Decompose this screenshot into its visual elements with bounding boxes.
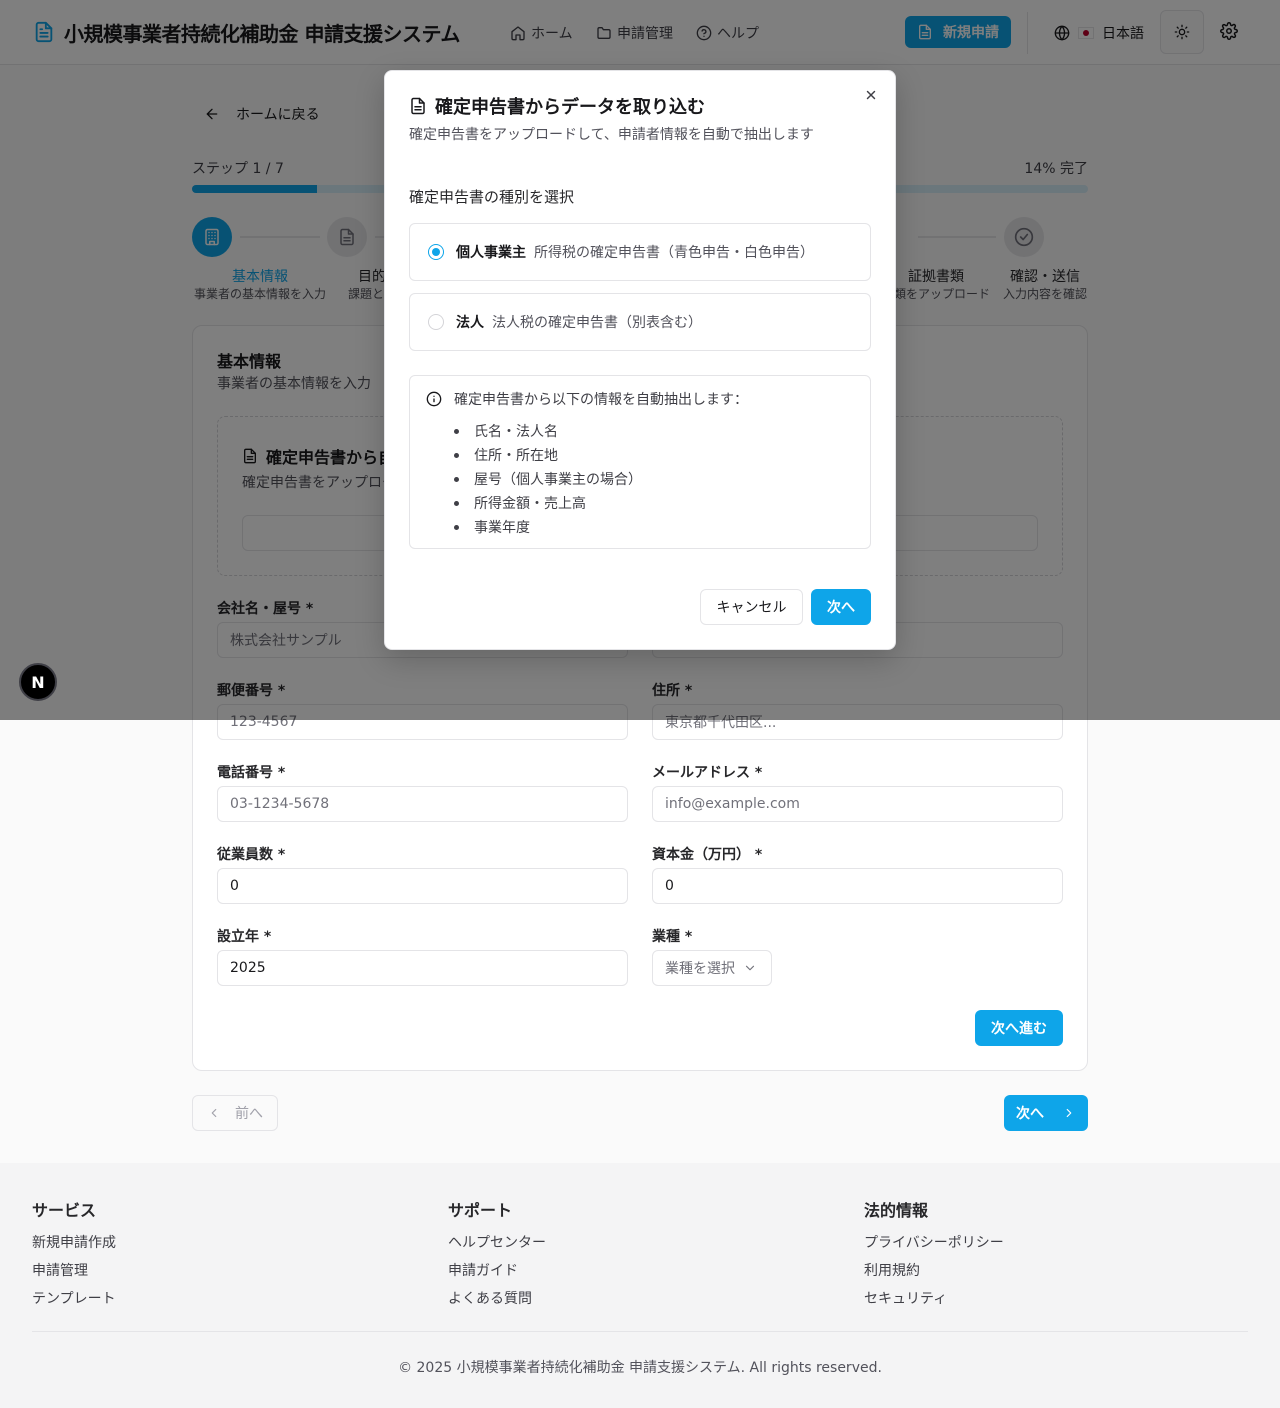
option-label: 個人事業主 — [456, 245, 526, 261]
next-step-button[interactable]: 次へ進む — [975, 1010, 1063, 1046]
industry-select-value: 業種を選択 — [665, 961, 735, 977]
employees-input[interactable]: 0 — [217, 868, 628, 904]
info-icon — [426, 391, 442, 407]
capital-label: 資本金（万円） * — [652, 847, 763, 863]
copyright: © 2025 小規模事業者持続化補助金 申請支援システム. All rights… — [398, 1360, 882, 1376]
dialog-next-button[interactable]: 次へ — [811, 589, 871, 625]
info-heading-text: 確定申告書から以下の情報を自動抽出します： — [454, 392, 748, 408]
option-sole-proprietor[interactable]: 個人事業主 所得税の確定申告書（青色申告・白色申告） — [409, 223, 871, 281]
dialog-title-text: 確定申告書からデータを取り込む — [435, 97, 705, 118]
dialog-subtitle: 確定申告書をアップロードして、申請者情報を自動で抽出します — [409, 127, 814, 143]
phone-label: 電話番号 * — [217, 765, 286, 781]
footer-link[interactable]: 申請管理 — [32, 1260, 88, 1280]
option-label: 法人 — [456, 315, 484, 331]
info-list-item: 氏名・法人名 — [454, 421, 558, 441]
option-corporation[interactable]: 法人 法人税の確定申告書（別表含む） — [409, 293, 871, 351]
nextjs-badge[interactable]: N — [19, 663, 57, 701]
info-list-item: 屋号（個人事業主の場合） — [454, 469, 642, 489]
cancel-button[interactable]: キャンセル — [700, 589, 803, 625]
info-list-item: 所得金額・売上高 — [454, 493, 586, 513]
footer-service-title: サービス — [32, 1201, 97, 1220]
close-icon — [864, 88, 878, 102]
footer-link[interactable]: 新規申請作成 — [32, 1232, 116, 1252]
chevron-left-icon — [207, 1106, 221, 1120]
founded-year-input[interactable]: 2025 — [217, 950, 628, 986]
chevron-down-icon — [743, 961, 757, 975]
info-heading: 確定申告書から以下の情報を自動抽出します： — [426, 389, 748, 409]
import-tax-return-dialog — [384, 70, 896, 650]
footer-link[interactable]: 利用規約 — [864, 1260, 920, 1280]
prev-button[interactable]: 前へ — [192, 1095, 278, 1131]
option-desc: 法人税の確定申告書（別表含む） — [492, 315, 702, 331]
dialog-title: 確定申告書からデータを取り込む — [409, 93, 705, 119]
info-list-item: 住所・所在地 — [454, 445, 558, 465]
footer-link[interactable]: プライバシーポリシー — [864, 1232, 1004, 1252]
option-desc: 所得税の確定申告書（青色申告・白色申告） — [534, 245, 814, 261]
capital-input[interactable]: 0 — [652, 868, 1063, 904]
footer-link[interactable]: ヘルプセンター — [448, 1232, 546, 1252]
industry-label: 業種 * — [652, 929, 693, 945]
footer-link[interactable]: よくある質問 — [448, 1288, 532, 1308]
footer-link[interactable]: 申請ガイド — [448, 1260, 518, 1280]
radio-sole-proprietor[interactable] — [428, 244, 444, 260]
radio-corporation[interactable] — [428, 314, 444, 330]
footer-divider — [32, 1331, 1248, 1332]
employees-label: 従業員数 * — [217, 847, 286, 863]
document-icon — [409, 97, 427, 115]
next-button[interactable]: 次へ — [1004, 1095, 1088, 1131]
footer-link[interactable]: テンプレート — [32, 1288, 116, 1308]
footer-support-title: サポート — [448, 1201, 513, 1220]
close-button[interactable] — [864, 88, 878, 102]
chevron-right-icon — [1062, 1106, 1076, 1120]
footer-link[interactable]: セキュリティ — [864, 1288, 947, 1308]
founded-year-label: 設立年 * — [217, 929, 272, 945]
email-input[interactable]: info@example.com — [652, 786, 1063, 822]
type-section-label: 確定申告書の種別を選択 — [409, 188, 575, 206]
prev-label: 前へ — [235, 1106, 263, 1122]
next-label: 次へ — [1016, 1106, 1044, 1122]
footer-legal-title: 法的情報 — [864, 1201, 929, 1220]
info-list-item: 事業年度 — [454, 517, 530, 537]
industry-select[interactable]: 業種を選択 — [652, 950, 772, 986]
email-label: メールアドレス * — [652, 765, 763, 781]
phone-input[interactable]: 03-1234-5678 — [217, 786, 628, 822]
